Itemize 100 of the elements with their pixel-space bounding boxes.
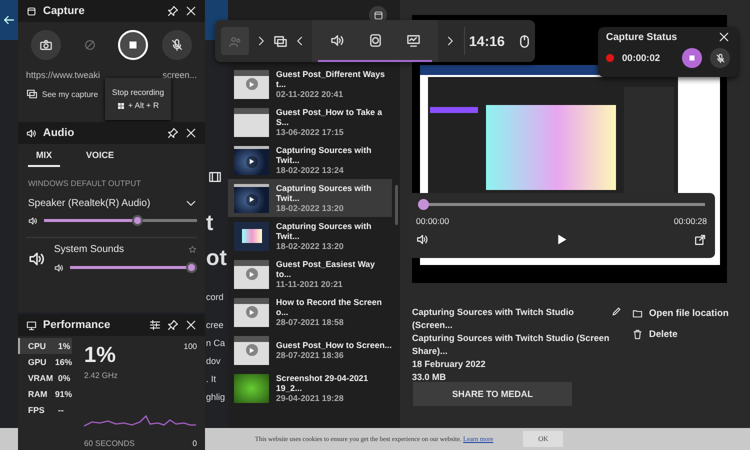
time-span-label: 60 SECONDS: [84, 439, 135, 448]
close-icon[interactable]: [185, 319, 197, 331]
microphone-button[interactable]: [710, 48, 730, 68]
widget-title: Capture: [43, 5, 85, 17]
microphone-button[interactable]: [162, 30, 192, 60]
monitor-icon: [26, 320, 37, 330]
gallery-item[interactable]: Capturing Sources with Twit... 18-02-2022 13:24: [228, 141, 392, 179]
metric-value: 16%: [54, 357, 72, 367]
scrollbar[interactable]: [395, 185, 398, 225]
capture-widget-icon: [26, 6, 37, 16]
gallery-item[interactable]: Screenshot 29-04-2021 19_2... 29-04-2021 19:28: [228, 369, 392, 407]
close-icon[interactable]: [185, 5, 197, 17]
metric-item[interactable]: RAM 91%: [18, 386, 72, 402]
metric-value: 1%: [58, 341, 70, 351]
see-my-capture-link[interactable]: See my capture: [26, 88, 98, 100]
audio-tab[interactable]: MIX: [28, 150, 60, 167]
axis-max-label: 100: [184, 342, 197, 351]
page-text-fragment: n Ca: [206, 338, 226, 348]
gallery-item[interactable]: Capturing Sources with Twit... 18-02-2022 13:20: [228, 179, 392, 217]
metric-item[interactable]: VRAM 0%: [18, 370, 72, 386]
volume-icon: [28, 216, 38, 226]
clip-date: 02-11-2022 20:41: [276, 89, 344, 99]
clip-date: 29-04-2021 19:28: [276, 393, 345, 403]
monitor-chart-icon: [406, 32, 420, 48]
metric-value: 91%: [54, 389, 72, 399]
metric-value: --: [58, 405, 64, 415]
clip-date: 28-07-2021 18:36: [276, 350, 345, 360]
stop-recording-button[interactable]: [118, 30, 148, 60]
metric-label: RAM: [28, 389, 48, 399]
clip-title: Guest Post_How to Screen...: [276, 340, 392, 350]
microphone-off-icon: [170, 38, 184, 52]
clip-date: 28-07-2021 18:58: [276, 317, 345, 327]
pin-icon[interactable]: [167, 319, 179, 331]
volume-icon: [54, 262, 64, 272]
gallery-item[interactable]: Guest Post_How to Take a S... 13-06-2022 17:15: [228, 103, 392, 141]
back-arrow-icon[interactable]: [2, 13, 16, 27]
slider-thumb[interactable]: [186, 262, 197, 273]
play-overlay-icon: [246, 194, 258, 206]
widget-title: Performance: [43, 319, 110, 331]
trash-icon: [632, 329, 643, 340]
film-icon: [208, 170, 222, 184]
play-overlay-icon: [246, 156, 258, 168]
cpu-usage-value: 1%: [84, 342, 116, 368]
recording-time: 00:00:02: [622, 52, 660, 64]
stop-recording-button[interactable]: [682, 48, 702, 68]
clip-title: Guest Post_Different Ways t...: [276, 69, 386, 89]
clip-title: Screenshot 29-04-2021 19_2...: [276, 373, 370, 393]
gallery-item[interactable]: Guest Post_Easiest Way to... 11-11-2021 20:21: [228, 255, 392, 293]
slider-thumb[interactable]: [132, 215, 144, 226]
metric-label: GPU: [28, 357, 48, 367]
speaker-icon: [330, 32, 344, 48]
metric-label: VRAM: [28, 373, 54, 383]
share-button[interactable]: SHARE TO MEDAL: [413, 382, 572, 406]
seek-thumb[interactable]: [418, 199, 429, 210]
metric-item[interactable]: FPS --: [18, 402, 72, 418]
page-text-fragment: ot: [206, 245, 228, 271]
app-name: System Sounds: [54, 244, 124, 255]
clip-date: 18-02-2022 13:20: [276, 241, 345, 251]
clip-size: 33.0 MB: [412, 371, 448, 384]
section-label: WINDOWS DEFAULT OUTPUT: [27, 178, 142, 188]
pin-icon[interactable]: [167, 127, 179, 139]
metric-item[interactable]: GPU 16%: [18, 354, 72, 370]
screenshot-button[interactable]: [30, 30, 61, 60]
clip-date: 11-11-2021 20:21: [276, 279, 344, 289]
volume-icon[interactable]: [416, 233, 429, 246]
window-icon: [372, 10, 384, 20]
clip-title: Guest Post_Easiest Way to...: [276, 259, 376, 279]
capture-icon: [273, 34, 288, 48]
star-icon[interactable]: [188, 245, 197, 254]
close-icon[interactable]: [718, 31, 730, 43]
open-file-location-button[interactable]: Open file location: [632, 308, 729, 319]
gallery-icon: [26, 88, 38, 100]
clip-title: Capturing Sources with Twit...: [276, 183, 372, 203]
clip-title: How to Record the Screen o...: [276, 297, 383, 317]
audio-tab[interactable]: VOICE: [78, 150, 122, 167]
page-text-fragment: t: [206, 210, 214, 236]
clip-date: 18-02-2022 13:20: [276, 203, 345, 213]
options-icon[interactable]: [149, 319, 161, 331]
share-icon[interactable]: [694, 233, 707, 246]
stop-icon: [687, 53, 697, 63]
metric-item[interactable]: CPU 1%: [18, 338, 72, 354]
clip-date: 13-06-2022 17:15: [276, 127, 345, 137]
device-name: Speaker (Realtek(R) Audio): [28, 198, 150, 208]
folder-icon: [632, 308, 643, 319]
widget-title: Capture Status: [606, 32, 678, 42]
url-text: https://www.tweaki: [26, 70, 100, 80]
gallery-item[interactable]: Guest Post_Different Ways t... 02-11-2022 20:41: [228, 65, 392, 103]
gallery-item[interactable]: Capturing Sources with Twit... 18-02-2022 13:20: [228, 217, 392, 255]
camera-icon: [38, 38, 53, 52]
close-icon[interactable]: [185, 127, 197, 139]
gallery-item[interactable]: How to Record the Screen o... 28-07-2021 18:58: [228, 293, 392, 331]
pin-icon[interactable]: [167, 5, 179, 17]
pencil-icon[interactable]: [611, 306, 622, 317]
gallery-item[interactable]: Guest Post_How to Screen... 28-07-2021 18:36: [228, 331, 392, 369]
windows-key-icon: [117, 102, 126, 110]
delete-button[interactable]: Delete: [632, 329, 729, 340]
slashed-circle-icon: [82, 38, 97, 52]
clip-name: Capturing Sources with Twitch Studio (Screen...: [412, 306, 575, 332]
clock-time: 14:16: [464, 27, 509, 55]
play-overlay-icon: [246, 78, 258, 90]
